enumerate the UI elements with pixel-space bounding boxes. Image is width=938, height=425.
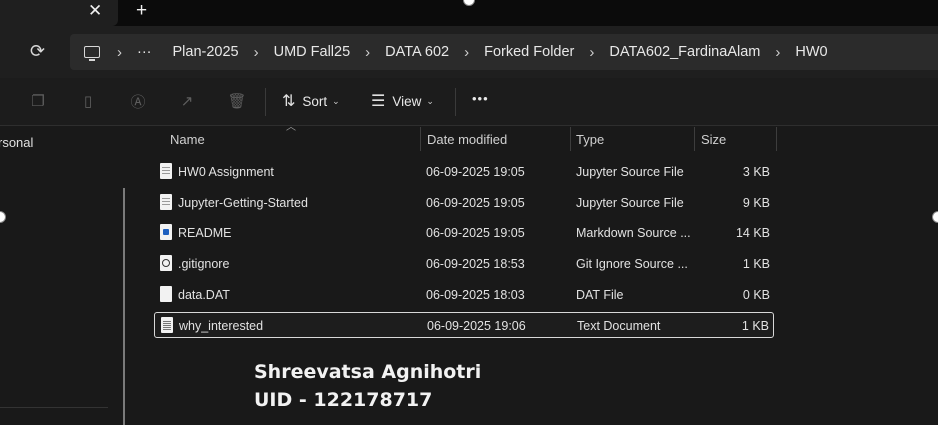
breadcrumb-item[interactable]: UMD Fall25 — [274, 44, 351, 60]
rename-icon[interactable]: Ⓐ — [129, 92, 147, 111]
sort-label: Sort — [302, 93, 328, 109]
chevron-right-icon[interactable]: › — [589, 44, 594, 61]
file-name: .gitignore — [178, 257, 230, 271]
breadcrumb-item-current[interactable]: HW0 — [795, 44, 827, 60]
column-header-type[interactable]: Type — [576, 132, 604, 158]
chevron-right-icon[interactable]: › — [464, 44, 469, 61]
breadcrumb: › ··· › Plan-2025 › UMD Fall25 › DATA 60… — [84, 34, 828, 70]
paste-icon[interactable]: ▯ — [79, 92, 97, 110]
this-pc-icon[interactable] — [84, 46, 100, 61]
new-tab-button[interactable]: + — [136, 0, 147, 22]
gitignore-file-icon — [160, 255, 172, 271]
share-icon[interactable]: ↗ — [178, 92, 196, 110]
sort-button[interactable]: ⇅ Sort ⌄ — [282, 91, 340, 111]
chevron-right-icon[interactable]: › — [254, 44, 259, 61]
chevron-right-icon[interactable]: › — [775, 44, 780, 61]
file-type: Text Document — [577, 319, 661, 333]
file-date: 06-09-2025 18:03 — [426, 288, 525, 302]
blank-file-icon — [160, 286, 172, 302]
file-name: data.DAT — [178, 288, 230, 302]
file-name: HW0 Assignment — [178, 165, 274, 179]
file-date: 06-09-2025 18:53 — [426, 257, 525, 271]
file-date: 06-09-2025 19:06 — [427, 319, 526, 333]
column-divider[interactable] — [776, 127, 777, 151]
annotation-name: Shreevatsa Agnihotri — [254, 361, 482, 383]
sort-icon: ⇅ — [282, 93, 296, 110]
file-size: 0 KB — [742, 288, 770, 302]
address-row: ⟳ › ··· › Plan-2025 › UMD Fall25 › DATA … — [0, 26, 938, 78]
sidebar-item-personal[interactable]: rsonal — [0, 135, 33, 150]
selection-handle[interactable] — [932, 211, 938, 223]
breadcrumb-item[interactable]: DATA602_FardinaAlam — [609, 44, 760, 60]
file-name: README — [178, 226, 232, 240]
navigation-pane: rsonal — [0, 127, 135, 425]
refresh-icon[interactable]: ⟳ — [30, 41, 45, 62]
file-size: 1 KB — [742, 257, 770, 271]
close-tab-icon[interactable]: ✕ — [88, 1, 102, 21]
file-type: DAT File — [576, 288, 624, 302]
chevron-right-icon[interactable]: › — [365, 44, 370, 61]
chevron-down-icon: ⌄ — [426, 95, 434, 106]
breadcrumb-item[interactable]: DATA 602 — [385, 44, 449, 60]
command-bar: ❐ ▯ Ⓐ ↗ 🗑 ⇅ Sort ⌄ ☰ View ⌄ ••• — [0, 78, 938, 126]
notebook-file-icon — [160, 194, 172, 210]
file-row[interactable]: data.DAT 06-09-2025 18:03 DAT File 0 KB — [154, 282, 774, 308]
sidebar-divider — [0, 407, 108, 408]
column-divider[interactable] — [420, 127, 421, 151]
file-name: Jupyter-Getting-Started — [178, 196, 308, 210]
chevron-right-icon[interactable]: › — [117, 44, 122, 61]
breadcrumb-item[interactable]: Plan-2025 — [173, 44, 239, 60]
delete-icon[interactable]: 🗑 — [227, 92, 246, 110]
file-date: 06-09-2025 19:05 — [426, 226, 525, 240]
file-date: 06-09-2025 19:05 — [426, 165, 525, 179]
notebook-file-icon — [160, 163, 172, 179]
file-date: 06-09-2025 19:05 — [426, 196, 525, 210]
more-options-button[interactable]: ••• — [472, 91, 489, 106]
file-type: Jupyter Source File — [576, 165, 684, 179]
file-name: why_interested — [179, 319, 264, 333]
column-divider[interactable] — [570, 127, 571, 151]
view-label: View — [392, 93, 422, 109]
file-size: 3 KB — [742, 165, 770, 179]
file-row[interactable]: README 06-09-2025 19:05 Markdown Source … — [154, 220, 774, 246]
file-row-selected[interactable]: why_interested 06-09-2025 19:06 Text Doc… — [154, 312, 774, 338]
file-type: Markdown Source ... — [576, 226, 691, 240]
markdown-file-icon — [160, 224, 172, 240]
toolbar-divider — [265, 88, 266, 116]
sort-ascending-icon: ︿ — [286, 122, 296, 133]
view-icon: ☰ — [371, 93, 386, 110]
column-header-size[interactable]: Size — [701, 132, 726, 158]
active-tab[interactable]: ✕ — [0, 0, 118, 26]
file-type: Jupyter Source File — [576, 196, 684, 210]
file-row[interactable]: HW0 Assignment 06-09-2025 19:05 Jupyter … — [154, 159, 774, 185]
file-size: 1 KB — [741, 319, 769, 333]
text-file-icon — [161, 317, 173, 333]
breadcrumb-more-button[interactable]: ··· — [137, 44, 152, 60]
column-header-date[interactable]: Date modified — [427, 132, 507, 158]
view-button[interactable]: ☰ View ⌄ — [371, 91, 434, 111]
file-size: 14 KB — [735, 226, 770, 240]
annotation-uid: UID - 122178717 — [254, 389, 433, 411]
breadcrumb-item[interactable]: Forked Folder — [484, 44, 574, 60]
file-type: Git Ignore Source ... — [576, 257, 688, 271]
chevron-down-icon: ⌄ — [332, 95, 340, 106]
column-divider[interactable] — [694, 127, 695, 151]
address-bar[interactable]: › ··· › Plan-2025 › UMD Fall25 › DATA 60… — [70, 34, 938, 70]
copy-icon[interactable]: ❐ — [29, 92, 47, 110]
toolbar-divider — [455, 88, 456, 116]
file-size: 9 KB — [742, 196, 770, 210]
column-header-name[interactable]: Name — [170, 132, 205, 158]
file-row[interactable]: .gitignore 06-09-2025 18:53 Git Ignore S… — [154, 251, 774, 277]
file-row[interactable]: Jupyter-Getting-Started 06-09-2025 19:05… — [154, 190, 774, 216]
sidebar-scrollbar[interactable] — [123, 188, 125, 425]
